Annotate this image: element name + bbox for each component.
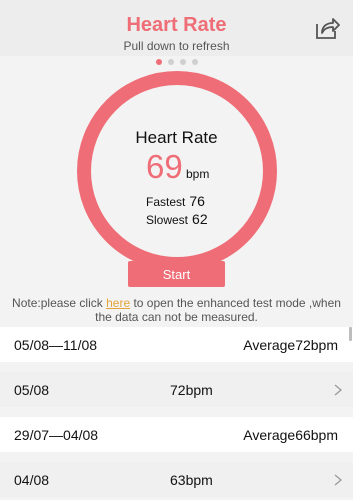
slowest-value: 62	[192, 211, 208, 227]
page-dot	[155, 59, 162, 65]
share-icon[interactable]	[313, 14, 341, 42]
slowest-stat: Slowest 62	[146, 211, 208, 227]
week-summary-row: 05/08—11/08 Average72bpm	[0, 327, 353, 362]
history-list[interactable]: 05/08—11/08 Average72bpm 05/08 72bpm 29/…	[0, 327, 353, 497]
day-value: 72bpm	[170, 381, 213, 398]
day-value: 63bpm	[170, 471, 213, 488]
week-range: 05/08—11/08	[14, 336, 98, 353]
day-date: 04/08	[14, 471, 50, 488]
week-summary-row: 29/07—04/08 Average66bpm	[0, 417, 353, 452]
page-dot	[179, 59, 186, 65]
heart-rate-value: 69	[146, 148, 183, 185]
week-average: Average72bpm	[243, 336, 338, 353]
chevron-right-icon	[333, 473, 343, 486]
refresh-hint: Pull down to refresh	[123, 39, 230, 53]
day-date: 05/08	[14, 381, 50, 398]
day-record-row[interactable]: 04/08 63bpm	[0, 462, 353, 497]
list-scrollbar[interactable]	[349, 327, 352, 341]
page-indicator	[0, 59, 353, 67]
page-dot	[167, 59, 174, 65]
start-button[interactable]: Start	[128, 261, 225, 287]
slowest-label: Slowest	[146, 213, 189, 227]
week-range: 29/07—04/08	[14, 426, 99, 443]
fastest-label: Fastest	[146, 195, 186, 209]
note-prefix: Note:please click	[12, 296, 107, 310]
measure-title: Heart Rate	[135, 128, 218, 147]
chevron-right-icon	[333, 383, 343, 396]
fastest-value: 76	[189, 193, 205, 209]
app-header: Heart Rate Pull down to refresh	[0, 0, 353, 56]
week-average: Average66bpm	[243, 426, 338, 443]
page-title: Heart Rate	[126, 14, 227, 36]
day-record-row[interactable]: 05/08 72bpm	[0, 372, 353, 407]
fastest-stat: Fastest 76	[146, 193, 205, 209]
heart-rate-unit: bpm	[186, 167, 210, 181]
enhanced-mode-note: Note:please click here to open the enhan…	[6, 296, 347, 324]
page-dot	[191, 59, 198, 65]
enhanced-mode-link[interactable]: here	[106, 296, 130, 310]
note-suffix: to open the enhanced test mode ,when the…	[95, 296, 341, 324]
